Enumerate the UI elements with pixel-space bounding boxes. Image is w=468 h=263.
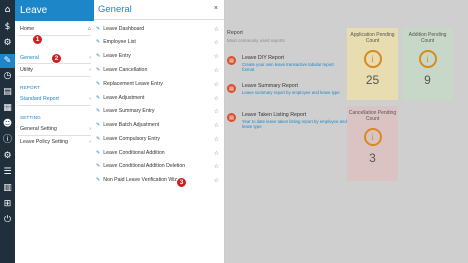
card-value: 3 [369, 151, 376, 165]
star-icon[interactable]: ☆ [214, 95, 219, 102]
card-addition-pending[interactable]: Addition Pending Count i 9 [402, 28, 453, 100]
people-icon[interactable]: ☻ [2, 119, 13, 130]
menu-item[interactable]: ✎ Non Paid Leave Verification Wizard ☆ [96, 176, 222, 184]
settings-icon[interactable]: ⚙ [2, 151, 13, 162]
link-icon: ✎ [96, 26, 101, 32]
menu-item[interactable]: ✎ Leave Cancellation ☆ [96, 66, 222, 74]
callout-badge: 2 [51, 53, 62, 64]
menu-item[interactable]: ✎ Leave Dashboard ☆ [96, 25, 222, 33]
link-icon: ✎ [96, 177, 101, 183]
divider [18, 135, 91, 136]
chevron-right-icon: › [89, 139, 91, 145]
gear-icon[interactable]: ⚙ [2, 38, 13, 49]
menu-item[interactable]: ✎ Leave Batch Adjustment ☆ [96, 121, 222, 129]
star-icon[interactable]: ☆ [214, 150, 219, 157]
chevron-right-icon: › [89, 55, 91, 61]
power-icon[interactable]: ⏻ [2, 215, 13, 226]
card-cancellation-pending[interactable]: Cancellation Pending Count i 3 [347, 106, 398, 181]
clock-icon[interactable]: ◷ [2, 71, 13, 82]
menu-item[interactable]: ✎ Leave Conditional Addition ☆ [96, 149, 222, 157]
menu-item[interactable]: ✎ Leave Entry ☆ [96, 52, 222, 60]
house-icon: ⌂ [87, 26, 91, 32]
menu-item[interactable]: ✎ Replacement Leave Entry ☆ [96, 80, 222, 88]
link-icon: ✎ [96, 81, 101, 87]
sidebar-title: Leave [15, 0, 94, 21]
callout-badge: 1 [32, 34, 43, 45]
divider [94, 19, 224, 20]
star-icon[interactable]: ☆ [214, 67, 219, 74]
info-icon[interactable]: ⓘ [2, 135, 13, 146]
divider [18, 76, 91, 77]
link-icon: ✎ [96, 122, 101, 128]
section-setting: SETTING [20, 116, 41, 121]
star-icon[interactable]: ☆ [214, 108, 219, 115]
star-icon[interactable]: ☆ [214, 53, 219, 60]
edit-icon[interactable]: ✎ [0, 54, 15, 68]
link-icon: ✎ [96, 150, 101, 156]
star-icon[interactable]: ☆ [214, 136, 219, 143]
info-icon: i [363, 128, 382, 146]
home-icon[interactable]: ⌂ [2, 5, 13, 16]
report-title: Report [227, 30, 243, 36]
icon-rail: ⌂ $ ⚙ ✎ ◷ ▤ ▦ ☻ ⓘ ⚙ ☰ ▥ ⊞ ⏻ [0, 0, 15, 263]
menu-item[interactable]: ✎ Leave Summary Entry ☆ [96, 107, 222, 115]
menu-item[interactable]: ✎ Leave Conditional Addition Deletion ☆ [96, 162, 222, 170]
info-icon: i [418, 50, 437, 68]
dollar-icon[interactable]: $ [2, 22, 13, 33]
link-icon: ✎ [96, 67, 101, 73]
star-icon[interactable]: ☆ [214, 81, 219, 88]
link-icon: ✎ [96, 53, 101, 59]
info-icon: i [363, 50, 382, 68]
menu-item[interactable]: ✎ Leave Adjustment ☆ [96, 94, 222, 102]
star-icon[interactable]: ☆ [214, 39, 219, 46]
divider [18, 105, 91, 106]
chevron-right-icon: › [89, 96, 91, 102]
hierarchy-icon[interactable]: ⊞ [2, 199, 13, 210]
star-icon[interactable]: ☆ [214, 163, 219, 170]
card-value: 9 [424, 73, 431, 87]
document-icon: ▤ [227, 56, 236, 65]
link-icon: ✎ [96, 163, 101, 169]
divider [18, 35, 91, 36]
star-icon[interactable]: ☆ [214, 177, 219, 184]
sidebar-item-standard-report[interactable]: Standard Report › [20, 96, 91, 102]
sidebar-item-utility[interactable]: Utility › [20, 67, 91, 73]
document-icon: ▤ [227, 113, 236, 122]
document-icon: ▤ [227, 84, 236, 93]
chevron-right-icon: › [89, 67, 91, 73]
link-icon: ✎ [96, 39, 101, 45]
table-icon[interactable]: ▥ [2, 183, 13, 194]
link-icon: ✎ [96, 95, 101, 101]
link-icon: ✎ [96, 136, 101, 142]
card-application-pending[interactable]: Application Pending Count i 25 [347, 28, 398, 100]
chevron-right-icon: › [89, 126, 91, 132]
notes-icon[interactable]: ☰ [2, 167, 13, 178]
star-icon[interactable]: ☆ [214, 122, 219, 129]
menu-item[interactable]: ✎ Leave Compulsory Entry ☆ [96, 135, 222, 143]
menu-title: General [98, 4, 132, 15]
report-subtitle: Most commonly used reports [227, 38, 285, 43]
card-value: 25 [365, 73, 380, 87]
general-menu-panel: General × ✎ Leave Dashboard ☆ ✎ Employee Li… [94, 0, 225, 263]
star-icon[interactable]: ☆ [214, 26, 219, 33]
file-icon[interactable]: ▤ [2, 87, 13, 98]
report-icon[interactable]: ▦ [2, 103, 13, 114]
link-icon: ✎ [96, 108, 101, 114]
sidebar-item-leave-policy-setting[interactable]: Leave Policy Setting › [20, 139, 91, 145]
sidebar-item-general-setting[interactable]: General Setting › [20, 126, 91, 132]
leave-sidebar: Leave Home ⌂ General › Utility › REPORT … [15, 0, 95, 263]
sidebar-item-home[interactable]: Home ⌂ [20, 26, 91, 32]
section-report: REPORT [20, 86, 40, 91]
menu-item[interactable]: ✎ Employee List ☆ [96, 38, 222, 46]
callout-badge: 3 [176, 177, 187, 188]
close-icon[interactable]: × [214, 5, 218, 12]
